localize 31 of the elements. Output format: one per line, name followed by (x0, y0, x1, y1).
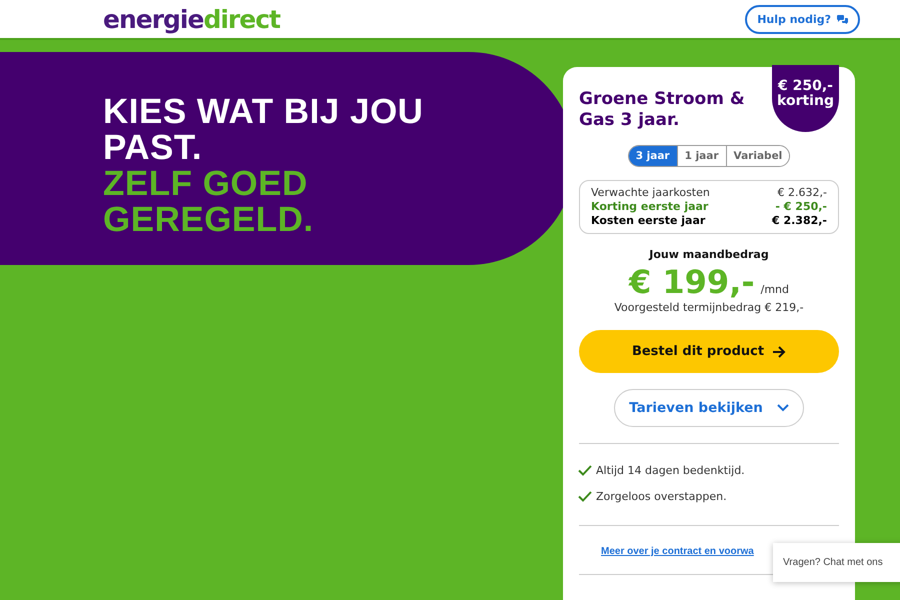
benefit-text: Altijd 14 dagen bedenktijd. (596, 464, 745, 476)
cost-value: - € 250,- (775, 200, 827, 214)
suggested-amount: Voorgesteld termijnbedrag € 219,- (613, 301, 805, 314)
monthly-label: Jouw maandbedrag (648, 248, 770, 261)
logo[interactable]: energiedirect (103, 6, 280, 32)
cost-value: € 2.632,- (778, 186, 827, 200)
checkmark-icon (578, 464, 592, 476)
rates-button[interactable]: Tarieven bekijken (614, 389, 804, 427)
checkmark-icon (578, 490, 592, 502)
duration-tab[interactable]: Variabel (726, 146, 790, 166)
chevron-down-icon (776, 404, 789, 412)
hero-heading-line: KIES WAT BIJ JOU (103, 94, 424, 130)
chat-popup[interactable]: Vragen? Chat met ons (773, 543, 900, 582)
order-button[interactable]: Bestel dit product (579, 330, 839, 373)
monthly-unit: /mnd (760, 283, 790, 296)
contract-link[interactable]: Meer over je contract en voorwa (601, 546, 754, 557)
arrow-right-icon (772, 346, 786, 358)
hero-heading-line: ZELF GOED (103, 166, 309, 202)
monthly-amount: € 199,- (628, 263, 755, 301)
cost-value: € 2.382,- (772, 214, 827, 228)
product-title: Groene Stroom & Gas 3 jaar. (579, 89, 746, 131)
cost-label: Verwachte jaarkosten (591, 186, 710, 200)
cost-label: Korting eerste jaar (591, 200, 708, 214)
chat-icon (837, 14, 848, 24)
benefit-text: Zorgeloos overstappen. (596, 490, 727, 502)
discount-badge: € 250,- korting (772, 65, 839, 132)
duration-tab[interactable]: 3 jaar (628, 146, 677, 166)
cost-label: Kosten eerste jaar (591, 214, 706, 228)
hero-heading-line: PAST. (103, 130, 204, 166)
help-button[interactable]: Hulp nodig? (745, 4, 860, 34)
hero-heading-line: GEREGELD. (103, 202, 315, 238)
